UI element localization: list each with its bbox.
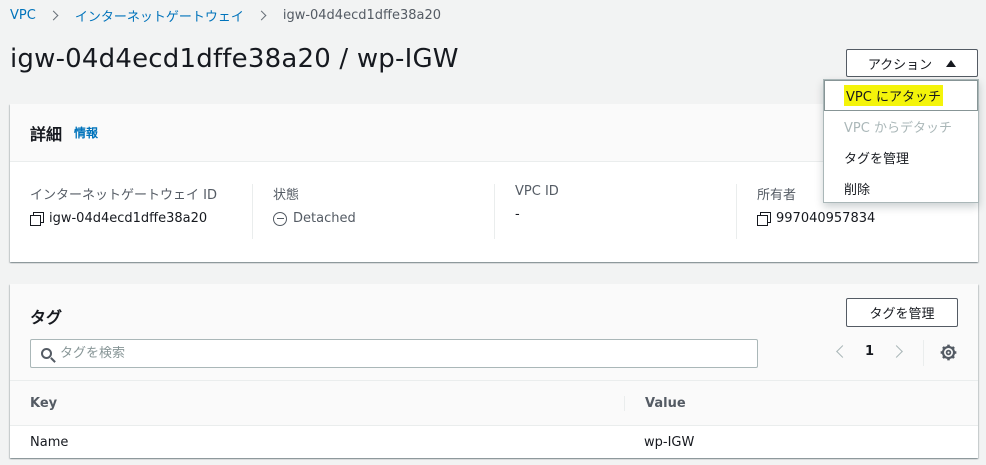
column-header-key[interactable]: Key — [10, 396, 624, 411]
menu-item-label: 削除 — [844, 183, 871, 198]
tag-value-cell: wp-IGW — [644, 434, 695, 450]
field-value: igw-04d4ecd1dffe38a20 — [30, 211, 232, 226]
field-label: VPC ID — [515, 184, 559, 199]
detached-status-icon — [273, 211, 287, 226]
chevron-right-icon[interactable] — [890, 345, 903, 358]
table-header: Key Value — [10, 380, 978, 426]
table-row: Name wp-IGW — [10, 426, 978, 458]
actions-button-label: アクション — [867, 57, 933, 73]
caret-up-icon — [946, 59, 957, 67]
tags-panel: タグ タグを管理 1 — [10, 284, 978, 458]
actions-dropdown-menu: VPC にアタッチ VPC からデタッチ タグを管理 削除 — [823, 79, 979, 203]
tag-search-input[interactable] — [60, 346, 660, 361]
field-igw-id: インターネットゲートウェイ ID igw-04d4ecd1dffe38a20 — [10, 184, 252, 239]
breadcrumb: VPC インターネットゲートウェイ igw-04d4ecd1dffe38a20 — [10, 6, 441, 25]
details-heading: 詳細 — [30, 124, 63, 144]
copy-icon[interactable] — [757, 212, 771, 226]
field-value: Detached — [273, 211, 474, 226]
menu-item-detach-vpc: VPC からデタッチ — [824, 111, 978, 142]
field-value: - — [515, 207, 716, 222]
chevron-left-icon[interactable] — [836, 345, 849, 358]
menu-item-manage-tags[interactable]: タグを管理 — [824, 142, 978, 173]
page-title: igw-04d4ecd1dffe38a20 / wp-IGW — [10, 44, 459, 74]
state-value: Detached — [293, 211, 356, 226]
owner-value: 997040957834 — [776, 211, 876, 226]
breadcrumb-igw-link[interactable]: インターネットゲートウェイ — [75, 6, 244, 25]
field-value: 997040957834 — [757, 211, 958, 226]
chevron-right-icon — [256, 10, 267, 21]
tags-header: タグ タグを管理 1 — [10, 284, 978, 380]
igw-id-value: igw-04d4ecd1dffe38a20 — [49, 211, 208, 226]
tag-key-cell: Name — [30, 434, 69, 450]
breadcrumb-vpc-link[interactable]: VPC — [10, 8, 36, 23]
field-state: 状態 Detached — [252, 184, 494, 239]
field-label: 状態 — [273, 188, 300, 203]
gear-icon[interactable] — [940, 344, 957, 361]
field-vpc-id: VPC ID - — [494, 184, 736, 239]
breadcrumb-current: igw-04d4ecd1dffe38a20 — [282, 8, 442, 23]
tags-table: Key Value Name wp-IGW — [10, 380, 978, 458]
actions-button[interactable]: アクション — [846, 49, 978, 77]
menu-item-label: VPC にアタッチ — [844, 85, 943, 106]
tags-heading: タグ — [30, 308, 63, 327]
chevron-right-icon — [48, 10, 59, 21]
vpc-id-value: - — [515, 207, 520, 222]
menu-item-label: タグを管理 — [844, 152, 910, 167]
menu-item-attach-vpc[interactable]: VPC にアタッチ — [824, 80, 978, 111]
field-label: インターネットゲートウェイ ID — [30, 188, 217, 203]
menu-item-delete[interactable]: 削除 — [824, 173, 978, 204]
column-header-value[interactable]: Value — [624, 395, 686, 411]
pagination: 1 — [836, 344, 903, 359]
copy-icon[interactable] — [30, 212, 44, 226]
divider — [923, 340, 924, 366]
info-link[interactable]: 情報 — [74, 124, 98, 141]
tag-search-box[interactable] — [30, 339, 758, 368]
menu-item-label: VPC からデタッチ — [844, 121, 952, 136]
page-number[interactable]: 1 — [865, 344, 874, 359]
manage-tags-button[interactable]: タグを管理 — [846, 298, 958, 327]
search-icon — [41, 348, 52, 359]
